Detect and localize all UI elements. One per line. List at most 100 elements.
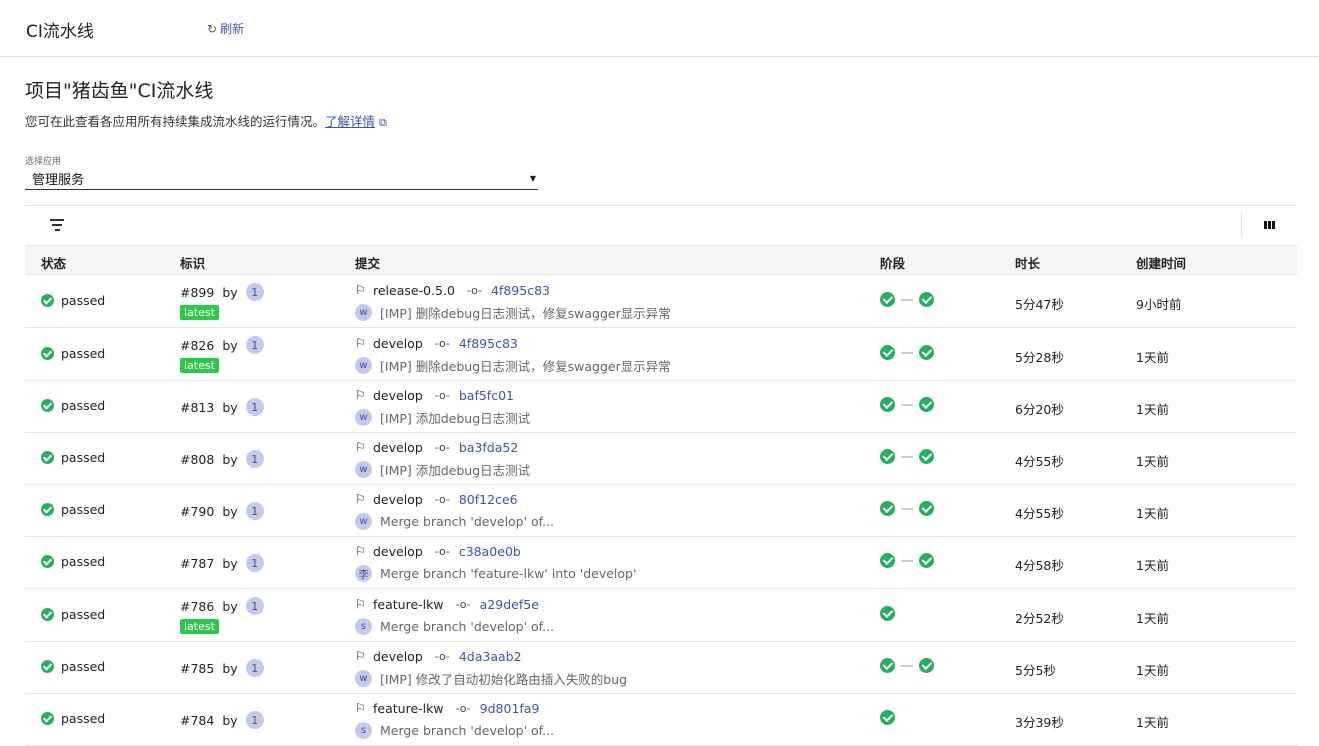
branch-name[interactable]: develop [373,492,423,507]
stage-passed-icon[interactable] [880,501,895,516]
table-row[interactable]: passed #813 by 1 ⚐ develop -o-baf5fc01 w [IMP] 添… [25,381,1297,433]
header-id[interactable]: 标识 [180,253,205,272]
branch-name[interactable]: develop [373,440,423,455]
commit-message: Merge branch 'feature-lkw' into 'develop… [380,565,637,581]
user-avatar[interactable]: 1 [245,502,264,520]
branch-name[interactable]: develop [373,544,423,559]
branch-name[interactable]: feature-lkw [373,597,444,612]
branch-name[interactable]: develop [373,388,423,403]
duration: 2分52秒 [1015,611,1064,626]
header-created[interactable]: 创建时间 [1136,253,1186,272]
commit-sha[interactable]: baf5fc01 [459,388,514,403]
by-label: by [222,712,238,728]
header-commit[interactable]: 提交 [355,253,380,272]
external-link-icon[interactable]: ⧉ [379,116,387,129]
commit-sha[interactable]: 4da3aab2 [459,649,522,664]
filter-icon[interactable] [50,219,64,234]
by-label: by [222,284,238,300]
user-avatar[interactable]: 1 [245,283,264,301]
author-avatar[interactable]: w [355,669,372,687]
commit-sha[interactable]: a29def5e [480,597,539,612]
header-stages[interactable]: 阶段 [880,253,905,272]
author-avatar[interactable]: w [355,512,372,530]
stage-passed-icon[interactable] [880,658,895,673]
header-status[interactable]: 状态 [41,253,66,272]
app-select-field[interactable]: 管理服务 ▼ [25,170,538,190]
app-select[interactable]: 选择应用 管理服务 ▼ [25,154,538,190]
pipeline-id[interactable]: #826 [180,338,214,353]
user-avatar[interactable]: 1 [245,398,264,416]
branch-name[interactable]: develop [373,336,423,351]
stage-passed-icon[interactable] [880,606,895,621]
pipeline-id[interactable]: #813 [180,400,214,415]
pipeline-id[interactable]: #786 [180,599,214,614]
author-avatar[interactable]: s [355,617,372,635]
table-row[interactable]: passed #790 by 1 ⚐ develop -o- 80f12ce6 w Merge b… [25,485,1297,537]
table-row[interactable]: passed #786 by 1 latest ⚐ feature-lkw -o-a29def… [25,589,1297,642]
column-settings-icon[interactable] [1241,212,1297,238]
status-cell: passed [41,450,105,465]
author-avatar[interactable]: w [355,356,372,374]
status-cell: passed [41,502,105,517]
commit-sha[interactable]: ba3fda52 [459,440,518,455]
author-avatar[interactable]: w [355,408,372,426]
table-row[interactable]: passed #808 by 1 ⚐ develop -o-ba3fda52 w [IMP] 添… [25,433,1297,485]
status-cell: passed [41,607,105,622]
stage-passed-icon[interactable] [919,397,934,412]
learn-more-link[interactable]: 了解详情 [325,114,375,129]
commit-cell: ⚐ feature-lkw -o- 9d801fa9 s Merge branch 'de… [355,699,554,739]
status-cell: passed [41,346,105,361]
author-avatar[interactable]: w [355,303,372,321]
user-avatar[interactable]: 1 [245,336,264,354]
user-avatar[interactable]: 1 [245,659,264,677]
stage-passed-icon[interactable] [919,292,934,307]
stage-connector [901,351,913,354]
stage-passed-icon[interactable] [880,553,895,568]
author-avatar[interactable]: w [355,460,372,478]
user-avatar[interactable]: 1 [245,450,264,468]
stage-passed-icon[interactable] [919,345,934,360]
pipeline-id[interactable]: #787 [180,556,214,571]
author-avatar[interactable]: 李 [355,564,372,582]
commit-sha[interactable]: 80f12ce6 [459,492,518,507]
user-avatar[interactable]: 1 [245,597,264,615]
branch-flag-icon: ⚐ [355,336,366,350]
pipeline-id[interactable]: #784 [180,713,214,728]
commit-message: Merge branch 'develop' of... [380,513,555,529]
table-row[interactable]: passed #899 by 1 latest ⚐ release-0.5.0 -o- 4f89… [25,275,1297,328]
stage-passed-icon[interactable] [880,449,895,464]
branch-name[interactable]: develop [373,649,423,664]
stage-passed-icon[interactable] [880,710,895,725]
pipeline-id[interactable]: #899 [180,285,214,300]
passed-icon [41,608,54,621]
table-row[interactable]: passed #784 by 1 ⚐ feature-lkw -o- 9d801fa9 s Mer… [25,694,1297,746]
branch-name[interactable]: feature-lkw [373,701,444,716]
stage-passed-icon[interactable] [880,345,895,360]
pipeline-id[interactable]: #790 [180,504,214,519]
pipeline-id[interactable]: #785 [180,661,214,676]
pipeline-id[interactable]: #808 [180,452,214,467]
stage-connector [901,298,913,301]
commit-sha[interactable]: c38a0e0b [459,544,521,559]
commit-cell: ⚐ develop -o- 4da3aab2 w [IMP] 修改了自动初始化路由插入失败… [355,647,627,687]
stage-passed-icon[interactable] [880,292,895,307]
stage-passed-icon[interactable] [919,553,934,568]
user-avatar[interactable]: 1 [245,554,264,572]
refresh-button[interactable]: ↻ 刷新 [207,20,244,37]
commit-sha[interactable]: 4f895c83 [459,336,518,351]
stage-passed-icon[interactable] [919,658,934,673]
commit-cell: ⚐ develop -o-ba3fda52 w [IMP] 添加debug日志测试 [355,438,530,478]
stage-passed-icon[interactable] [919,449,934,464]
user-avatar[interactable]: 1 [245,711,264,729]
stage-passed-icon[interactable] [880,397,895,412]
table-row[interactable]: passed #787 by 1 ⚐ develop -o-c38a0e0b 李 Merge b… [25,537,1297,589]
author-avatar[interactable]: s [355,721,372,739]
header-duration[interactable]: 时长 [1015,253,1040,272]
branch-name[interactable]: release-0.5.0 [373,283,455,298]
stage-passed-icon[interactable] [919,501,934,516]
commit-sha[interactable]: 4f895c83 [491,283,550,298]
commit-sha[interactable]: 9d801fa9 [480,701,540,716]
branch-flag-icon: ⚐ [355,283,366,297]
table-row[interactable]: passed #826 by 1 latest ⚐ develop -o- 4f895c83 w [… [25,328,1297,381]
table-row[interactable]: passed #785 by 1 ⚐ develop -o- 4da3aab2 w [IMP] 修… [25,642,1297,694]
